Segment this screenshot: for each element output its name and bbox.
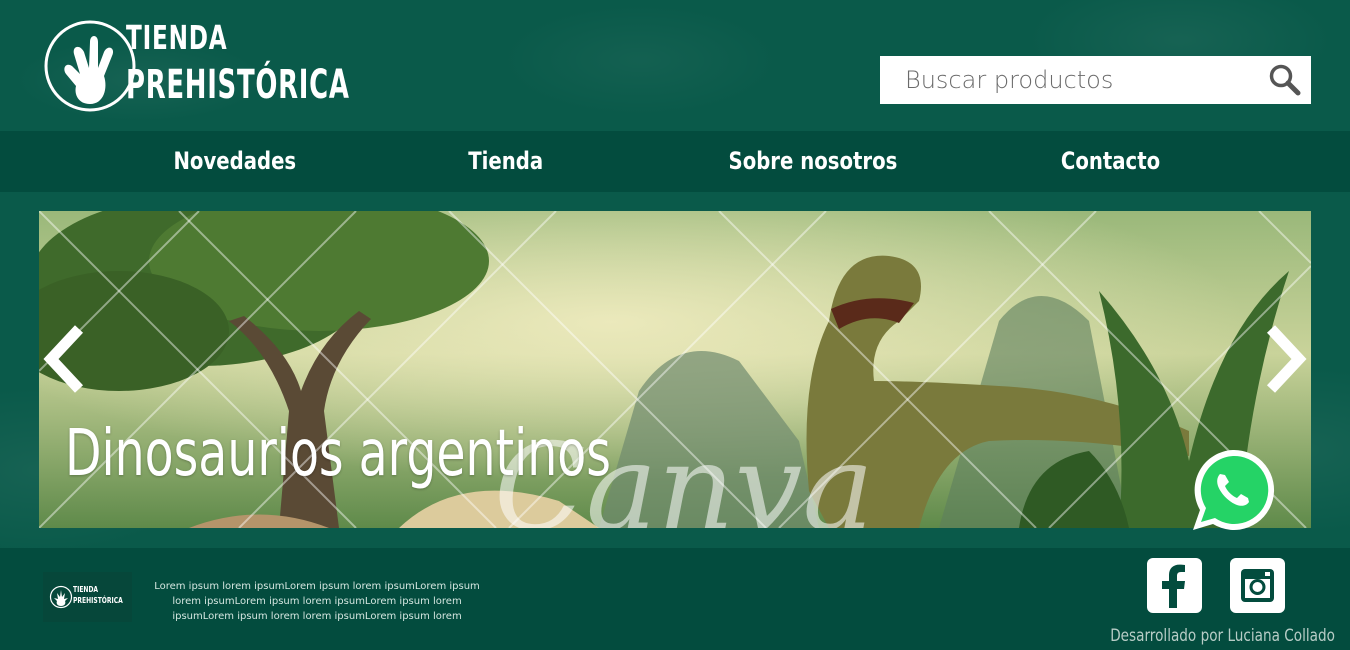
magnifier-icon [1269,64,1301,96]
main-navigation: Novedades Tienda Sobre nosotros Contacto [0,131,1350,192]
brand-line2: PREHISTÓRICA [126,62,350,108]
developer-credit: Desarrollado por Luciana Collado [1110,626,1335,646]
instagram-link[interactable] [1230,558,1285,613]
footer-logo-text: TIENDA PREHISTÓRICA [73,584,123,606]
facebook-link[interactable] [1147,558,1202,613]
footer-logo-line2: PREHISTÓRICA [73,596,123,605]
brand-line1: TIENDA [126,18,228,57]
whatsapp-button[interactable] [1189,446,1277,534]
nav-item-tienda[interactable]: Tienda [468,131,543,192]
hero-slider: Canva Dinosaurios argentinos [39,211,1311,528]
chevron-right-icon [1266,325,1307,393]
slide-title: Dinosaurios argentinos [65,417,611,491]
slider-prev-button[interactable] [39,323,89,395]
dino-footprint-icon [49,585,73,609]
search-input[interactable] [880,56,1260,104]
brand-logo[interactable]: TIENDA PREHISTÓRICA [44,18,349,114]
nav-item-novedades[interactable]: Novedades [173,131,296,192]
site-header: TIENDA PREHISTÓRICA [0,0,1350,131]
facebook-icon [1162,564,1185,608]
chevron-left-icon [43,325,84,393]
footer-logo-line1: TIENDA [73,585,99,594]
site-footer: TIENDA PREHISTÓRICA Lorem ipsum lorem ip… [0,548,1350,650]
nav-item-sobre-nosotros[interactable]: Sobre nosotros [729,131,898,192]
footer-description: Lorem ipsum lorem ipsumLorem ipsum lorem… [154,581,480,622]
search-box [880,56,1311,104]
nav-item-contacto[interactable]: Contacto [1061,131,1160,192]
whatsapp-icon [1193,449,1275,530]
slider-next-button[interactable] [1261,323,1311,395]
footer-logo[interactable]: TIENDA PREHISTÓRICA [43,572,132,622]
search-button[interactable] [1267,62,1303,98]
instagram-icon [1241,569,1274,602]
